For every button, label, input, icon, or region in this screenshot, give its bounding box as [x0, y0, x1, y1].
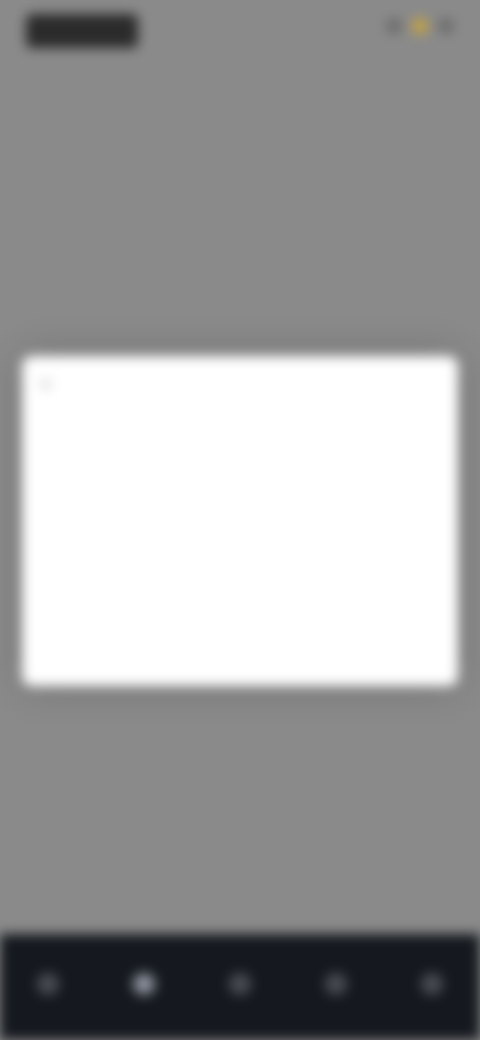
- background-card: [26, 200, 454, 350]
- nav-item[interactable]: [20, 959, 76, 1015]
- section-link[interactable]: [76, 638, 286, 656]
- nav-item[interactable]: [404, 959, 460, 1015]
- back-link[interactable]: [36, 140, 106, 156]
- modal-section: [40, 486, 440, 576]
- close-icon[interactable]: ×: [40, 374, 62, 396]
- status-bar: [0, 0, 480, 64]
- bottom-navigation: [0, 934, 480, 1040]
- card-title: [40, 218, 220, 240]
- section-value: [380, 578, 440, 600]
- bottom-nav-items: [0, 934, 480, 1040]
- status-time: [26, 14, 138, 48]
- card-subtitle: [40, 254, 190, 270]
- battery-icon: [438, 18, 454, 34]
- app-header: [0, 64, 480, 114]
- section-title: [40, 578, 280, 600]
- modal-dialog: ×: [22, 356, 458, 686]
- status-icons: [386, 18, 454, 34]
- section-meta: [76, 520, 236, 538]
- nav-icon: [229, 973, 251, 995]
- wifi-icon: [412, 18, 428, 34]
- nav-icon: [133, 973, 155, 995]
- page-title: [200, 80, 280, 102]
- modal-edit-button[interactable]: [396, 374, 442, 396]
- signal-icon: [386, 18, 402, 34]
- modal-title: [152, 374, 332, 396]
- section-link[interactable]: [76, 546, 286, 564]
- nav-item[interactable]: [308, 959, 364, 1015]
- card-footnote: [246, 322, 326, 336]
- nav-icon: [37, 973, 59, 995]
- section-title: [40, 486, 280, 508]
- section-value: [380, 486, 440, 508]
- nav-icon: [325, 973, 347, 995]
- modal-section: [40, 578, 440, 668]
- nav-icon: [421, 973, 443, 995]
- header-action-button[interactable]: [388, 80, 458, 102]
- section-meta: [76, 612, 236, 630]
- app-screen: ×: [0, 0, 480, 1040]
- nav-item[interactable]: [116, 959, 172, 1015]
- modal-subtitle: [40, 414, 360, 432]
- nav-item[interactable]: [212, 959, 268, 1015]
- modal-header: ×: [22, 356, 458, 412]
